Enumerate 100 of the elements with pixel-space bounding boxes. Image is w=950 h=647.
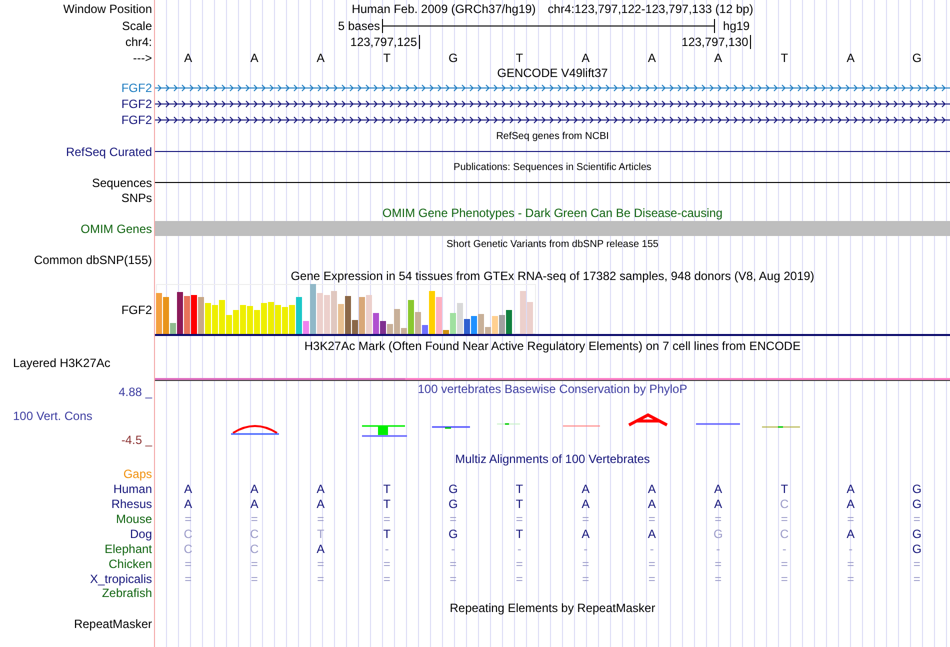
base-letter: = <box>383 572 390 586</box>
base-letter: A <box>714 482 722 496</box>
base-letter: G <box>448 496 458 510</box>
base-letter: - <box>517 542 522 556</box>
base-letter: G <box>912 526 922 540</box>
base-letter: = <box>913 572 920 586</box>
base-letter: - <box>782 542 786 556</box>
track-label: Elephant <box>104 542 152 556</box>
base-letter: = <box>847 512 854 526</box>
base-letter: T <box>383 51 391 65</box>
track-label: RepeatMasker <box>74 617 152 631</box>
base-letter: = <box>317 556 324 570</box>
base-letter: = <box>516 572 523 586</box>
base-letter: T <box>516 496 524 510</box>
base-letter: C <box>780 526 789 540</box>
base-letter: G <box>912 51 922 65</box>
track-label: ---> <box>133 51 152 65</box>
base-letter: = <box>516 512 523 526</box>
track-label: Common dbSNP(155) <box>34 253 152 267</box>
track-label: FGF2 <box>121 113 152 127</box>
track-label: Zebrafish <box>102 586 152 600</box>
base-letter: G <box>912 542 922 556</box>
base-letter: A <box>582 526 590 540</box>
base-letter: T <box>383 526 391 540</box>
base-letter: C <box>250 542 259 556</box>
base-letter: T <box>516 482 524 496</box>
base-letter: A <box>582 482 590 496</box>
track-label: Sequences <box>92 176 152 190</box>
base-letter: A <box>184 482 192 496</box>
track-label: FGF2 <box>121 303 152 317</box>
track-label: X_tropicalis <box>90 572 152 586</box>
base-letter: = <box>780 512 788 526</box>
base-letter: = <box>516 556 523 570</box>
base-letter: - <box>451 542 456 556</box>
base-letter: G <box>713 526 723 540</box>
track-title: H3K27Ac Mark (Often Found Near Active Regulatory Elements) on 7 cell lines from ENCODE <box>304 339 801 353</box>
base-letter: = <box>317 572 324 586</box>
base-letter: T <box>516 526 524 540</box>
track-label: Layered H3K27Ac <box>13 356 110 370</box>
base-letter: = <box>913 512 920 526</box>
base-letter: = <box>450 512 457 526</box>
base-letter: G <box>448 482 458 496</box>
base-letter: - <box>650 542 654 556</box>
base-letter: - <box>584 542 588 556</box>
base-letter: A <box>648 526 656 540</box>
base-letter: A <box>316 482 325 496</box>
base-letter: G <box>448 51 458 65</box>
base-letter: = <box>250 572 258 586</box>
base-letter: = <box>250 512 258 526</box>
base-letter: = <box>847 572 854 586</box>
base-letter: = <box>184 572 192 586</box>
track-label: OMIM Genes <box>80 222 152 236</box>
track-label: Chicken <box>108 556 152 570</box>
base-letter: A <box>846 482 855 496</box>
base-letter: = <box>780 572 788 586</box>
base-letter: A <box>648 51 656 65</box>
track-title: Multiz Alignments of 100 Vertebrates <box>455 452 650 466</box>
base-letter: = <box>714 512 722 526</box>
axis-min-label: -4.5 _ <box>121 433 152 447</box>
base-letter: A <box>846 51 855 65</box>
base-letter: T <box>383 482 391 496</box>
base-letter: A <box>846 496 855 510</box>
base-letter: C <box>184 526 192 540</box>
base-letter: = <box>582 556 590 570</box>
track-title: Gene Expression in 54 tissues from GTEx RNA-seq of 17382 samples, 948 donors (V8, Aug 2019) <box>290 269 814 283</box>
base-letter: = <box>317 512 324 526</box>
base-letter: A <box>184 496 192 510</box>
base-letter: A <box>316 542 325 556</box>
track-title: RefSeq genes from NCBI <box>496 130 609 142</box>
track-label: Scale <box>122 19 152 33</box>
base-letter: A <box>714 496 722 510</box>
track-label: Mouse <box>116 512 152 526</box>
axis-max-label: 4.88 _ <box>118 385 152 399</box>
base-letter: = <box>250 556 258 570</box>
track-title: Publications: Sequences in Scientific Articles <box>454 162 652 172</box>
track-label: Human <box>113 482 152 496</box>
base-letter: T <box>516 51 524 65</box>
base-letter: G <box>912 496 922 510</box>
scale-span-label: 5 bases <box>338 19 380 33</box>
base-letter: A <box>582 51 590 65</box>
assembly-label: hg19 <box>723 19 750 33</box>
track-label: RefSeq Curated <box>66 144 152 158</box>
base-letter: = <box>184 512 192 526</box>
base-letter: = <box>714 556 722 570</box>
base-letter: = <box>714 572 722 586</box>
track-title: Short Genetic Variants from dbSNP release 155 <box>446 238 658 250</box>
base-letter: C <box>184 542 192 556</box>
base-letter: - <box>716 542 720 556</box>
base-letter: A <box>846 526 855 540</box>
base-letter: C <box>780 496 789 510</box>
base-letter: = <box>847 556 854 570</box>
base-letter: = <box>383 512 390 526</box>
base-letter: = <box>184 556 192 570</box>
base-letter: = <box>648 512 656 526</box>
base-letter: T <box>316 526 324 540</box>
track-label: 100 Vert. Cons <box>12 409 92 423</box>
base-letter: G <box>448 526 458 540</box>
base-letter: - <box>848 542 853 556</box>
base-letter: = <box>450 556 457 570</box>
base-letter: = <box>913 556 920 570</box>
